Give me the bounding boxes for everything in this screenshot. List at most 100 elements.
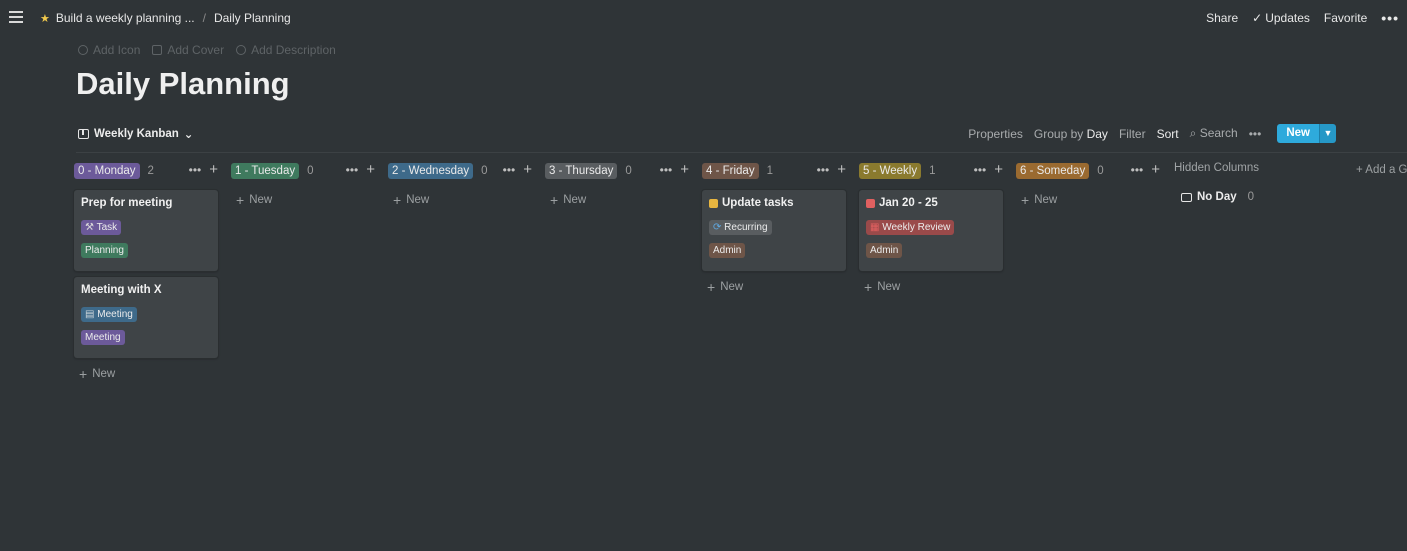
add-icon-button[interactable]: Add Icon xyxy=(78,43,140,57)
group-by-button[interactable]: Group by Day xyxy=(1034,127,1108,141)
card-title-text: Prep for meeting xyxy=(81,197,173,209)
kanban-card[interactable]: Update tasks ⟳ Recurring Admin xyxy=(702,190,846,271)
plus-icon: + xyxy=(79,366,88,382)
chip-text: Weekly Review xyxy=(882,222,951,233)
chip-row: Meeting xyxy=(81,327,211,350)
column-more-icon[interactable]: ••• xyxy=(189,163,202,177)
new-card-button[interactable]: + New xyxy=(707,279,848,295)
column-more-icon[interactable]: ••• xyxy=(974,163,987,177)
check-icon: ✓ xyxy=(1252,11,1263,25)
column-more-icon[interactable]: ••• xyxy=(503,163,516,177)
new-card-button[interactable]: + New xyxy=(79,366,220,382)
plus-icon: + xyxy=(707,279,716,295)
column-header: 2 - Wednesday 0 ••• + xyxy=(388,162,534,180)
folder-icon xyxy=(709,198,718,208)
chip-row: ⚒ Task xyxy=(81,217,211,240)
column-more-icon[interactable]: ••• xyxy=(660,163,673,177)
kanban-column: 4 - Friday 1 ••• + Update tasks ⟳ Recurring Ad… xyxy=(702,162,848,295)
column-add-icon[interactable]: + xyxy=(680,162,689,177)
chip-text: Meeting xyxy=(85,332,121,343)
page-title: Daily Planning xyxy=(76,66,290,101)
top-right-actions: Share ✓ Updates Favorite ••• xyxy=(1206,10,1399,26)
column-add-icon[interactable]: + xyxy=(209,162,218,177)
column-count: 2 xyxy=(147,165,154,177)
breadcrumb-current[interactable]: Daily Planning xyxy=(214,11,291,25)
column-label[interactable]: 4 - Friday xyxy=(702,163,759,179)
new-card-button[interactable]: + New xyxy=(1021,193,1162,207)
column-add-icon[interactable]: + xyxy=(366,162,375,177)
column-label[interactable]: 1 - Tuesday xyxy=(231,163,300,179)
column-add-icon[interactable]: + xyxy=(523,162,532,177)
search-label: Search xyxy=(1199,126,1238,140)
group-by-value: Day xyxy=(1086,126,1108,141)
chevron-down-icon: ⌄ xyxy=(183,129,194,141)
property-chip: Admin xyxy=(866,243,903,258)
add-icon-label: Add Icon xyxy=(93,43,141,57)
more-options-button[interactable]: ••• xyxy=(1381,10,1399,26)
column-add-icon[interactable]: + xyxy=(837,162,846,177)
updates-button[interactable]: ✓ Updates xyxy=(1252,11,1310,25)
column-header: 0 - Monday 2 ••• + xyxy=(74,162,220,180)
card-title-text: Meeting with X xyxy=(81,284,162,296)
column-more-icon[interactable]: ••• xyxy=(817,163,830,177)
new-card-label: New xyxy=(563,194,587,206)
add-description-button[interactable]: Add Description xyxy=(236,43,336,57)
column-more-icon[interactable]: ••• xyxy=(1131,163,1144,177)
breadcrumb-parent[interactable]: Build a weekly planning ... xyxy=(56,11,195,25)
column-header: 6 - Someday 0 ••• + xyxy=(1016,162,1162,180)
top-bar: ★ Build a weekly planning ... / Daily Pl… xyxy=(0,0,1407,36)
no-day-group[interactable]: No Day 0 xyxy=(1181,191,1344,203)
new-dropdown-arrow-icon[interactable]: ▼ xyxy=(1319,124,1336,143)
add-cover-button[interactable]: Add Cover xyxy=(152,43,224,57)
new-card-button[interactable]: + New xyxy=(864,280,1005,294)
toolbar-actions: Properties Group by Day Filter Sort ⌕ Se… xyxy=(968,124,1336,143)
chip-text: Admin xyxy=(870,245,899,256)
favorite-button[interactable]: Favorite xyxy=(1324,11,1367,25)
card-title-text: Jan 20 - 25 xyxy=(879,197,938,209)
kanban-card[interactable]: Jan 20 - 25 ▦ Weekly Review Admin xyxy=(859,190,1003,271)
column-label[interactable]: 2 - Wednesday xyxy=(388,163,474,179)
new-card-button[interactable]: + New xyxy=(236,193,377,207)
add-group-button[interactable]: + Add a G xyxy=(1356,164,1407,176)
share-button[interactable]: Share xyxy=(1206,11,1238,25)
property-chip: ▤ Meeting xyxy=(81,307,137,322)
column-label[interactable]: 6 - Someday xyxy=(1016,163,1090,179)
column-count: 0 xyxy=(307,165,314,177)
column-actions: ••• + xyxy=(1131,162,1160,177)
chip-row: Planning xyxy=(81,240,211,263)
kanban-card[interactable]: Prep for meeting ⚒ Task Planning xyxy=(74,190,218,271)
column-more-icon[interactable]: ••• xyxy=(346,163,359,177)
column-header: 5 - Weekly 1 ••• + xyxy=(859,162,1005,180)
inbox-icon xyxy=(1181,192,1192,202)
column-label[interactable]: 5 - Weekly xyxy=(859,163,922,179)
column-add-icon[interactable]: + xyxy=(994,162,1003,177)
new-card-button[interactable]: + New xyxy=(393,193,534,207)
column-label[interactable]: 0 - Monday xyxy=(74,163,140,179)
menu-icon[interactable] xyxy=(9,11,23,23)
chip-text: Planning xyxy=(85,245,124,256)
info-icon xyxy=(236,45,247,55)
kanban-card[interactable]: Meeting with X ▤ Meeting Meeting xyxy=(74,277,218,358)
smiley-icon xyxy=(78,45,88,55)
sort-button[interactable]: Sort xyxy=(1157,127,1179,141)
property-chip: ⚒ Task xyxy=(81,220,122,235)
new-card-button[interactable]: + New xyxy=(550,193,691,207)
column-add-icon[interactable]: + xyxy=(1151,162,1160,177)
filter-button[interactable]: Filter xyxy=(1119,127,1146,141)
image-icon xyxy=(152,45,163,55)
chip-row: ▤ Meeting xyxy=(81,304,211,327)
card-title: Prep for meeting xyxy=(81,197,211,209)
board-view-icon xyxy=(78,129,89,139)
view-switcher[interactable]: Weekly Kanban ⌄ xyxy=(78,127,193,141)
new-card-label: New xyxy=(1034,194,1058,206)
search-button[interactable]: ⌕ Search xyxy=(1190,126,1238,141)
column-label[interactable]: 3 - Thursday xyxy=(545,163,618,179)
new-button[interactable]: New xyxy=(1277,124,1319,143)
hidden-columns: Hidden Columns No Day 0 xyxy=(1174,162,1344,203)
database-toolbar: Weekly Kanban ⌄ Properties Group by Day … xyxy=(76,124,1336,146)
toolbar-more-button[interactable]: ••• xyxy=(1249,127,1262,141)
column-count: 1 xyxy=(929,165,936,177)
group-by-label: Group by xyxy=(1033,126,1084,141)
card-title: Meeting with X xyxy=(81,284,211,296)
properties-button[interactable]: Properties xyxy=(968,127,1023,141)
